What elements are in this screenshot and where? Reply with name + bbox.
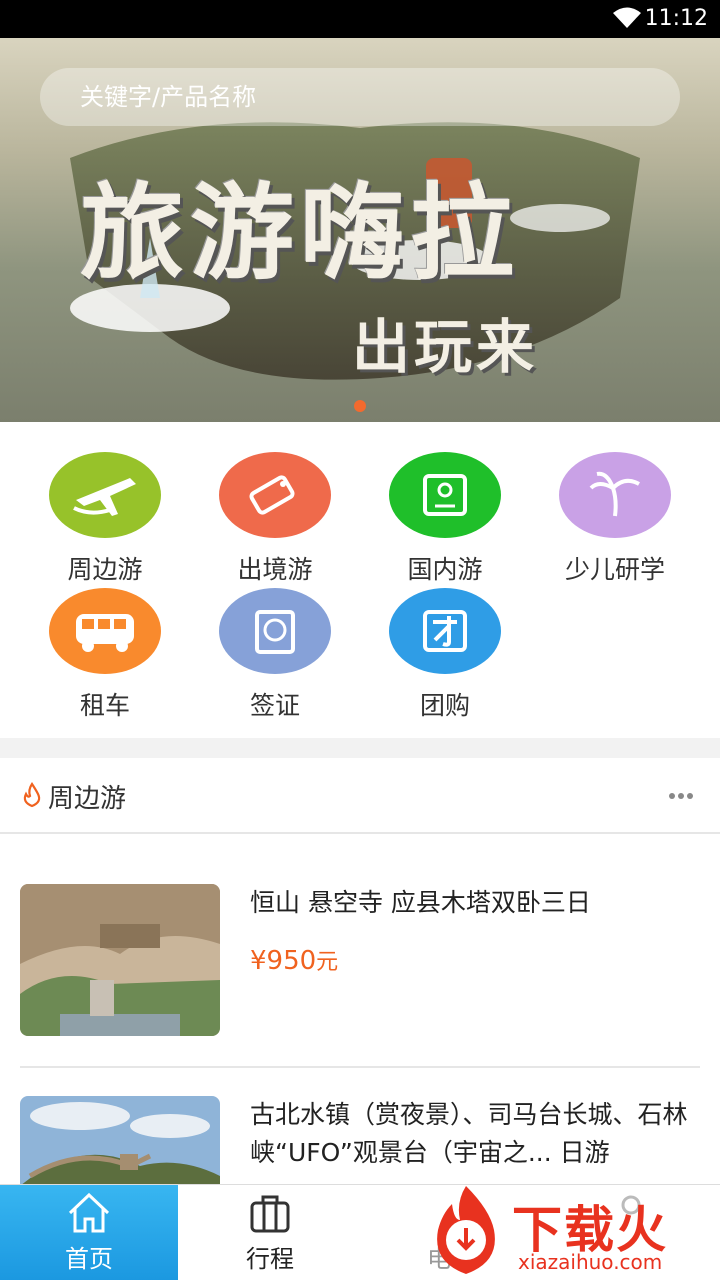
category-tuangou[interactable]: 团购 (360, 588, 530, 728)
tab-home[interactable]: 首页 (0, 1185, 178, 1280)
price-unit: 元 (316, 950, 339, 975)
category-grid: 周边游 出境游 国内游 少儿研学 租车 签证 团购 (0, 422, 720, 738)
tag-icon (219, 452, 331, 538)
section-title: 周边游 (48, 784, 127, 814)
status-time: 11:12 (644, 6, 708, 31)
item-thumbnail (20, 1096, 220, 1184)
status-bar: 11:12 (0, 0, 720, 38)
category-label: 国内游 (407, 555, 483, 584)
wifi-icon (613, 7, 641, 28)
category-label: 租车 (79, 691, 130, 720)
category-label: 周边游 (67, 555, 143, 584)
home-icon (68, 1192, 110, 1233)
item-title: 古北水镇（赏夜景）、司马台长城、石林峡“UFO”观景台（宇宙之... 日游 (250, 1100, 688, 1167)
plane-icon (49, 452, 161, 538)
category-zuche[interactable]: 租车 (20, 588, 190, 728)
map-pin-icon (389, 452, 501, 538)
promo-banner[interactable]: 旅游嗨拉 出玩来 关键字/产品名称 (0, 38, 720, 422)
palm-tree-icon (559, 452, 671, 538)
banner-subtitle: 出玩来 (352, 313, 539, 381)
bus-icon (49, 588, 161, 674)
tab-label: 首页 (65, 1245, 113, 1273)
fire-icon (23, 782, 41, 808)
category-chujingyou[interactable]: 出境游 (190, 452, 360, 592)
divider (20, 1066, 700, 1068)
flame-logo-icon (437, 1186, 495, 1274)
passport-icon (219, 588, 331, 674)
watermark-url: xiazaihuo.com (518, 1250, 663, 1274)
list-item[interactable]: 恒山 悬空寺 应县木塔双卧三日 ¥950元 (20, 884, 700, 1036)
carousel-indicator (354, 400, 366, 412)
search-input[interactable]: 关键字/产品名称 (40, 68, 680, 126)
more-icon[interactable] (668, 792, 694, 800)
watermark-logo: 下载火 xiazaihuo.com (420, 1180, 720, 1280)
category-zhoubianyou[interactable]: 周边游 (20, 452, 190, 592)
category-label: 签证 (249, 691, 300, 720)
item-thumbnail (20, 884, 220, 1036)
category-label: 出境游 (237, 555, 313, 584)
category-label: 少儿研学 (564, 555, 665, 584)
category-shaoeryanxue[interactable]: 少儿研学 (530, 452, 700, 592)
banner-title: 旅游嗨拉 (80, 172, 521, 294)
briefcase-icon (250, 1195, 290, 1233)
tab-itinerary[interactable]: 行程 (180, 1185, 360, 1280)
category-qianzheng[interactable]: 签证 (190, 588, 360, 728)
category-guoneiyou[interactable]: 国内游 (360, 452, 530, 592)
category-label: 团购 (419, 691, 470, 720)
group-buy-icon (389, 588, 501, 674)
price-value: ¥950 (250, 946, 317, 976)
section-header: 周边游 (0, 758, 720, 834)
item-title: 恒山 悬空寺 应县木塔双卧三日 (250, 888, 591, 917)
list-item[interactable]: 古北水镇（赏夜景）、司马台长城、石林峡“UFO”观景台（宇宙之... 日游 (20, 1096, 700, 1184)
item-price: ¥950元 (250, 944, 338, 976)
tab-label: 行程 (246, 1245, 294, 1273)
